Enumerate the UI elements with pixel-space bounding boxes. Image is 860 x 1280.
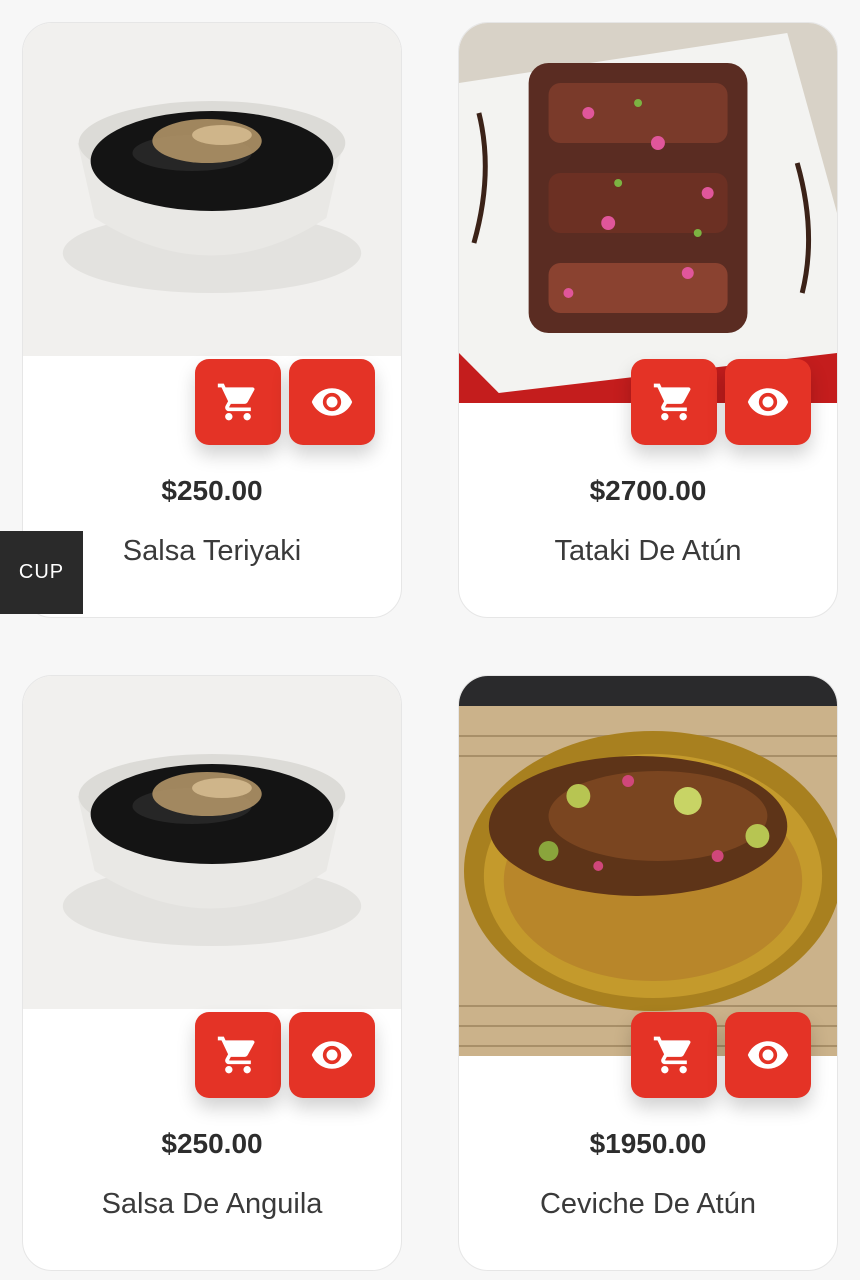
product-card[interactable]: $250.00 Salsa Teriyaki (22, 22, 402, 618)
product-price: $250.00 (161, 1128, 263, 1159)
cart-icon (217, 1036, 255, 1074)
product-price: $1950.00 (589, 1128, 707, 1159)
eye-icon (311, 388, 353, 416)
currency-toggle-button[interactable]: CUP (0, 531, 83, 614)
cart-icon (653, 1036, 691, 1074)
eye-icon (747, 1041, 789, 1069)
view-details-button[interactable] (725, 1012, 811, 1098)
view-details-button[interactable] (725, 359, 811, 445)
product-image[interactable] (459, 23, 837, 403)
product-card[interactable]: $250.00 Salsa De Anguila (22, 675, 402, 1271)
product-card[interactable]: $1950.00 Ceviche De Atún (458, 675, 838, 1271)
add-to-cart-button[interactable] (195, 359, 281, 445)
view-details-button[interactable] (289, 1012, 375, 1098)
product-price: $2700.00 (589, 475, 707, 506)
eye-icon (311, 1041, 353, 1069)
product-price: $250.00 (161, 475, 263, 506)
product-image[interactable] (23, 676, 401, 1009)
product-image[interactable] (459, 676, 837, 1056)
add-to-cart-button[interactable] (631, 1012, 717, 1098)
product-image[interactable] (23, 23, 401, 356)
cart-icon (653, 383, 691, 421)
add-to-cart-button[interactable] (631, 359, 717, 445)
add-to-cart-button[interactable] (195, 1012, 281, 1098)
product-card[interactable]: $2700.00 Tataki De Atún (458, 22, 838, 618)
product-name[interactable]: Tataki De Atún (459, 535, 837, 568)
eye-icon (747, 388, 789, 416)
product-name[interactable]: Salsa De Anguila (23, 1188, 401, 1221)
view-details-button[interactable] (289, 359, 375, 445)
cart-icon (217, 383, 255, 421)
product-name[interactable]: Ceviche De Atún (459, 1188, 837, 1221)
